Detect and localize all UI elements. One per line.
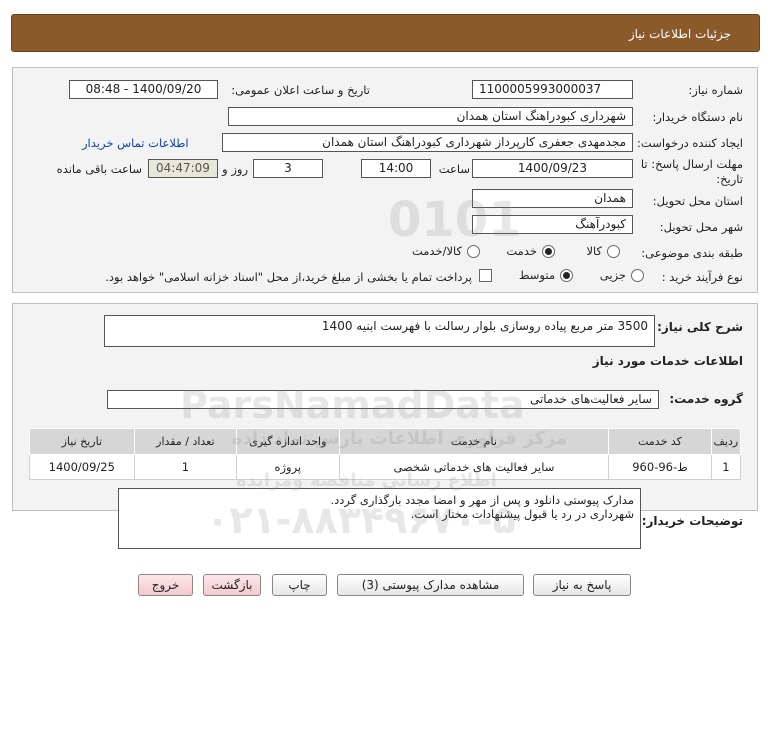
announce-label: تاریخ و ساعت اعلان عمومی: — [231, 83, 370, 97]
deadline-time-label: ساعت — [438, 162, 470, 176]
city-label: شهر محل تحویل: — [659, 220, 743, 234]
radio-medium-icon[interactable] — [560, 268, 573, 282]
description-label: شرح کلی نیاز: — [657, 320, 743, 334]
cell-service-name: سایر فعالیت های خدماتی شخصی — [338, 454, 610, 480]
remaining-label: ساعت باقی مانده — [56, 162, 142, 176]
col-unit: واحد اندازه گیری — [236, 428, 340, 455]
page-header: جزئیات اطلاعات نیاز — [11, 14, 760, 52]
cell-unit: پروژه — [236, 454, 340, 480]
buyer-notes-label: توضیحات خریدار: — [641, 514, 743, 528]
exit-button[interactable]: خروج — [138, 574, 193, 596]
province-field: همدان — [472, 189, 633, 208]
days-field: 3 — [253, 159, 323, 178]
deadline-date-field: 1400/09/23 — [472, 159, 633, 178]
table-row: 1 ط-96-960 سایر فعالیت های خدماتی شخصی پ… — [29, 454, 742, 480]
respond-button[interactable]: پاسخ به نیاز — [533, 574, 631, 596]
radio-minor-icon[interactable] — [631, 268, 644, 282]
description-field: 3500 متر مربع پیاده روسازی بلوار رسالت ب… — [104, 315, 655, 347]
page-title: جزئیات اطلاعات نیاز — [628, 27, 731, 41]
need-number-label: شماره نیاز: — [688, 83, 743, 97]
view-attachments-button[interactable]: مشاهده مدارک پیوستی (3) — [337, 574, 524, 596]
service-group-label: گروه خدمت: — [669, 392, 743, 406]
service-group-field: سایر فعالیت‌های خدماتی — [107, 390, 659, 409]
creator-label: ایجاد کننده درخواست: — [637, 136, 743, 150]
buyer-org-label: نام دستگاه خریدار: — [652, 110, 743, 124]
buyer-contact-link[interactable]: اطلاعات تماس خریدار — [82, 136, 189, 150]
purchase-type-label: نوع فرآیند خرید : — [661, 270, 743, 284]
col-quantity: تعداد / مقدار — [133, 428, 238, 455]
category-radio-goods[interactable]: کالا — [586, 244, 620, 258]
purchase-radio-minor[interactable]: جزیی — [600, 268, 644, 282]
cell-row: 1 — [710, 454, 742, 480]
buyer-notes-line-1: مدارک پیوستی دانلود و پس از مهر و امضا م… — [330, 493, 634, 507]
category-radio-goods-service[interactable]: کالا/خدمت — [412, 244, 480, 258]
deadline-time-field: 14:00 — [361, 159, 431, 178]
services-section-title: اطلاعات خدمات مورد نیاز — [592, 354, 743, 368]
days-label: روز و — [222, 162, 248, 176]
cell-service-code: ط-96-960 — [608, 454, 712, 480]
treasury-payment-note: پرداخت تمام یا بخشی از مبلغ خرید،از محل … — [105, 270, 472, 284]
cell-quantity: 1 — [133, 454, 238, 480]
category-label: طبقه بندی موضوعی: — [641, 246, 743, 260]
table-header-row: ردیف کد خدمت نام خدمت واحد اندازه گیری ت… — [29, 428, 742, 455]
print-button[interactable]: چاپ — [272, 574, 327, 596]
category-option-goods-service: کالا/خدمت — [411, 244, 462, 258]
province-label: استان محل تحویل: — [652, 194, 743, 208]
remaining-time-field: 04:47:09 — [148, 159, 218, 178]
treasury-payment-checkbox[interactable] — [479, 269, 492, 282]
purchase-radio-medium[interactable]: متوسط — [519, 268, 573, 282]
purchase-option-minor: جزیی — [599, 268, 626, 282]
radio-goods-icon[interactable] — [607, 244, 620, 258]
category-radio-service[interactable]: خدمت — [506, 244, 555, 258]
creator-field: مجدمهدی جعفری کارپرداز شهرداری کبودراهنگ… — [222, 133, 633, 152]
need-number-field: 1100005993000037 — [472, 80, 633, 99]
purchase-option-medium: متوسط — [518, 268, 555, 282]
buyer-org-field: شهرداری کبودراهنگ استان همدان — [228, 107, 633, 126]
back-button[interactable]: بازگشت — [203, 574, 261, 596]
col-need-date: تاریخ نیاز — [29, 428, 135, 455]
cell-need-date: 1400/09/25 — [29, 454, 135, 480]
radio-goods-service-icon[interactable] — [467, 244, 480, 258]
col-service-code: کد خدمت — [608, 428, 712, 455]
col-row: ردیف — [710, 428, 742, 455]
services-table: ردیف کد خدمت نام خدمت واحد اندازه گیری ت… — [29, 428, 742, 480]
col-service-name: نام خدمت — [338, 428, 610, 455]
buyer-notes-line-2: شهرداری در رد یا قبول پیشنهادات مختار اس… — [410, 507, 634, 521]
buyer-notes-box: مدارک پیوستی دانلود و پس از مهر و امضا م… — [118, 488, 641, 549]
category-option-service: خدمت — [506, 244, 537, 258]
city-field: کبودرآهنگ — [472, 215, 633, 234]
radio-service-icon[interactable] — [542, 244, 555, 258]
announce-field: 1400/09/20 - 08:48 — [69, 80, 218, 99]
deadline-label: مهلت ارسال پاسخ: تا — [640, 157, 743, 171]
deadline-date-label: تاریخ: — [716, 172, 743, 186]
category-option-goods: کالا — [586, 244, 602, 258]
